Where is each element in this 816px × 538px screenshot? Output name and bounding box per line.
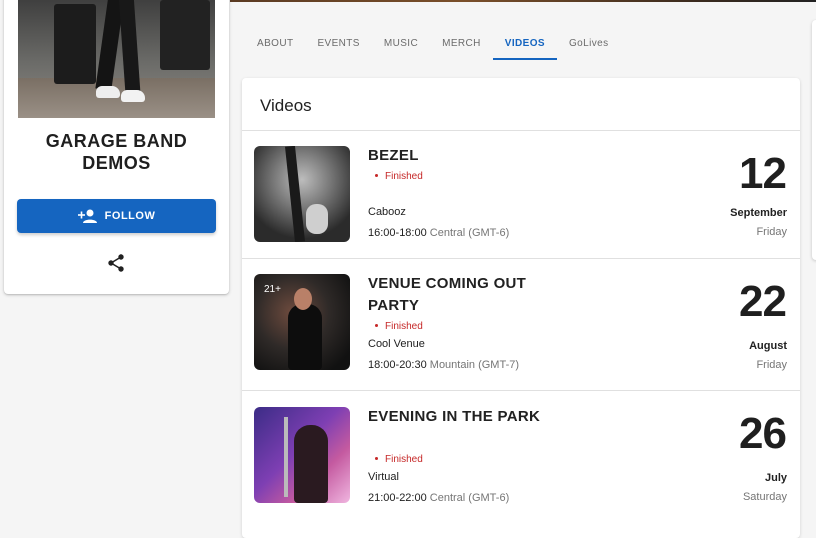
event-day: 26 bbox=[739, 409, 787, 458]
event-title[interactable]: VENUE COMING OUT PARTY bbox=[368, 273, 568, 317]
videos-panel: Videos BEZEL Finished Cabooz 16:00-18:00… bbox=[242, 78, 800, 538]
age-badge: 21+ bbox=[264, 284, 281, 295]
event-month: July bbox=[764, 472, 787, 484]
event-timezone: Central (GMT-6) bbox=[429, 492, 510, 504]
follow-button[interactable]: FOLLOW bbox=[17, 199, 216, 233]
band-name: GARAGE BAND DEMOS bbox=[45, 131, 188, 173]
event-timezone: Central (GMT-6) bbox=[429, 227, 510, 239]
event-title[interactable]: EVENING IN THE PARK bbox=[368, 406, 568, 428]
status-badge: Finished bbox=[375, 321, 423, 332]
video-event-row[interactable]: 21+ VENUE COMING OUT PARTY Finished Cool… bbox=[242, 259, 800, 390]
band-cover-image bbox=[18, 0, 215, 118]
tab-merch[interactable]: MERCH bbox=[430, 28, 493, 60]
event-weekday: Friday bbox=[756, 226, 787, 238]
event-time: 18:00-20:30 Mountain (GMT-7) bbox=[368, 359, 519, 371]
event-time: 16:00-18:00 Central (GMT-6) bbox=[368, 227, 509, 239]
status-badge: Finished bbox=[375, 454, 423, 465]
event-time: 21:00-22:00 Central (GMT-6) bbox=[368, 492, 509, 504]
event-month: August bbox=[749, 340, 787, 352]
tab-events[interactable]: EVENTS bbox=[305, 28, 371, 60]
event-day: 12 bbox=[739, 149, 787, 198]
tab-music[interactable]: MUSIC bbox=[372, 28, 430, 60]
event-time-range: 18:00-20:30 bbox=[368, 359, 427, 371]
event-day: 22 bbox=[739, 277, 787, 326]
event-thumbnail[interactable]: 21+ bbox=[254, 274, 350, 370]
tab-about[interactable]: ABOUT bbox=[245, 28, 305, 60]
share-icon bbox=[108, 254, 124, 272]
event-weekday: Saturday bbox=[742, 491, 787, 503]
profile-card: GARAGE BAND DEMOS FOLLOW bbox=[4, 0, 229, 294]
side-panel-edge bbox=[812, 20, 816, 260]
event-thumbnail[interactable] bbox=[254, 146, 350, 242]
person-add-icon bbox=[77, 209, 98, 223]
event-month: September bbox=[730, 207, 787, 219]
profile-tabs: ABOUT EVENTS MUSIC MERCH VIDEOS GoLives bbox=[245, 28, 620, 60]
header-image-strip bbox=[230, 0, 816, 2]
video-event-row[interactable]: EVENING IN THE PARK Finished Virtual 21:… bbox=[242, 391, 800, 531]
share-button[interactable] bbox=[104, 251, 128, 275]
tab-videos[interactable]: VIDEOS bbox=[492, 28, 557, 60]
event-time-range: 16:00-18:00 bbox=[368, 227, 427, 239]
event-venue: Virtual bbox=[368, 471, 399, 483]
status-badge: Finished bbox=[375, 171, 423, 182]
event-venue: Cool Venue bbox=[368, 338, 425, 350]
panel-title: Videos bbox=[260, 96, 312, 115]
event-timezone: Mountain (GMT-7) bbox=[429, 359, 520, 371]
tab-golives[interactable]: GoLives bbox=[557, 28, 621, 60]
follow-button-label: FOLLOW bbox=[104, 210, 156, 222]
event-thumbnail[interactable] bbox=[254, 407, 350, 503]
event-venue: Cabooz bbox=[368, 206, 406, 218]
event-title[interactable]: BEZEL bbox=[368, 145, 568, 167]
event-weekday: Friday bbox=[756, 359, 787, 371]
video-event-row[interactable]: BEZEL Finished Cabooz 16:00-18:00 Centra… bbox=[242, 131, 800, 258]
event-time-range: 21:00-22:00 bbox=[368, 492, 427, 504]
